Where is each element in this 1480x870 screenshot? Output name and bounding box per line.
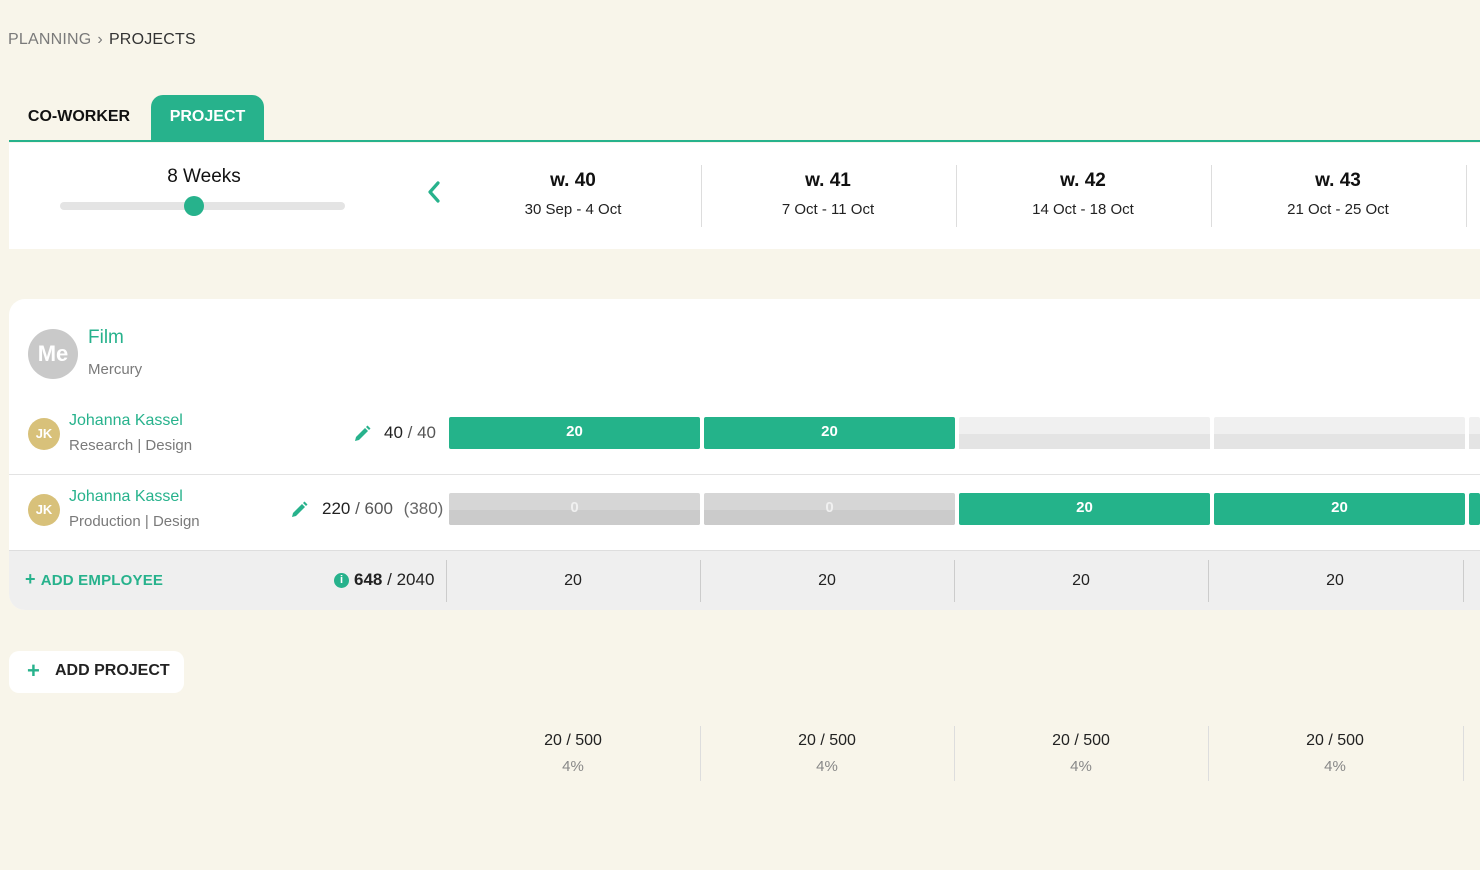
week-summary: 20 / 500 4%: [446, 726, 700, 781]
timeline-header: 8 Weeks w. 40 30 Sep - 4 Oct w. 41 7 Oct…: [9, 143, 1480, 249]
week-total: 20: [1326, 572, 1344, 589]
week-total: 20: [564, 572, 582, 589]
employee-name[interactable]: Johanna Kassel: [69, 488, 183, 506]
week-summary: 20 / 500 4%: [954, 726, 1208, 781]
week-summary-ratio: 20 / 500: [1306, 732, 1364, 749]
hours-total: 40: [417, 423, 437, 442]
week-column: w. 41 7 Oct - 11 Oct: [701, 165, 955, 227]
view-tabs: CO-WORKER PROJECT: [9, 95, 1480, 142]
allocation-value: 0: [825, 499, 834, 516]
week-divider: [1466, 165, 1467, 227]
employee-avatar: JK: [28, 418, 60, 450]
week-column: w. 43 21 Oct - 25 Oct: [1211, 165, 1465, 227]
allocation-value: 0: [570, 499, 579, 516]
week-summary-percent: 4%: [816, 758, 838, 775]
allocation-cell[interactable]: [1469, 493, 1480, 525]
week-summary-percent: 4%: [562, 758, 584, 775]
allocation-cell[interactable]: 20: [704, 417, 955, 449]
column-divider: [1463, 560, 1464, 602]
project-footer: + ADD EMPLOYEE i 648 / 2040 20 20 20 20: [9, 550, 1480, 610]
breadcrumb-planning[interactable]: PLANNING: [8, 31, 91, 48]
allocation-cell[interactable]: 20: [449, 417, 700, 449]
column-divider: [1463, 726, 1464, 781]
project-avatar: Me: [28, 329, 78, 379]
employee-avatar: JK: [28, 494, 60, 526]
week-dates: 14 Oct - 18 Oct: [1032, 201, 1134, 218]
week-title: w. 41: [805, 170, 851, 191]
employee-row: JK Johanna Kassel Production | Design 22…: [9, 475, 1480, 551]
allocation-cell[interactable]: 20: [959, 493, 1210, 525]
breadcrumb: PLANNING › PROJECTS: [8, 31, 196, 49]
employee-role: Research | Design: [69, 437, 193, 454]
project-total-hours: 648 / 2040: [354, 570, 434, 590]
week-summary-percent: 4%: [1070, 758, 1092, 775]
week-summary-ratio: 20 / 500: [1052, 732, 1110, 749]
hours-overbooked: (380): [403, 499, 444, 518]
week-title: w. 43: [1315, 170, 1361, 191]
add-project-button[interactable]: + ADD PROJECT: [9, 651, 184, 693]
allocation-cell-empty[interactable]: [1469, 417, 1480, 449]
add-employee-button[interactable]: + ADD EMPLOYEE: [25, 569, 163, 590]
weeks-slider-handle[interactable]: [184, 196, 204, 216]
allocation-cell-empty[interactable]: [959, 417, 1210, 449]
week-title: w. 42: [1060, 170, 1106, 191]
allocation-cell-empty[interactable]: [1214, 417, 1465, 449]
week-summary-ratio: 20 / 500: [798, 732, 856, 749]
plus-icon: +: [25, 569, 36, 589]
plus-icon: +: [27, 658, 40, 683]
week-summary: 20 / 500 4%: [700, 726, 954, 781]
project-card: Me Film Mercury JK Johanna Kassel Resear…: [9, 299, 1480, 610]
week-title: w. 40: [550, 170, 596, 191]
add-project-label: ADD PROJECT: [55, 662, 170, 679]
add-employee-label: ADD EMPLOYEE: [40, 572, 164, 589]
week-column: w. 40 30 Sep - 4 Oct: [446, 165, 700, 227]
project-name[interactable]: Film: [88, 327, 124, 349]
employee-hours: 220 / 600 (380): [322, 499, 444, 518]
tab-project[interactable]: PROJECT: [151, 95, 264, 140]
tab-co-worker[interactable]: CO-WORKER: [9, 95, 149, 140]
employee-hours: 40 / 40: [384, 423, 437, 442]
breadcrumb-separator: ›: [97, 31, 103, 48]
total-separator: /: [387, 570, 392, 589]
pencil-icon[interactable]: [353, 425, 371, 443]
breadcrumb-projects: PROJECTS: [108, 31, 196, 48]
allocation-cell[interactable]: 0: [704, 493, 955, 525]
employee-row: JK Johanna Kassel Research | Design 40 /…: [9, 399, 1480, 475]
week-dates: 30 Sep - 4 Oct: [524, 201, 622, 218]
week-dates: 21 Oct - 25 Oct: [1287, 201, 1389, 218]
week-dates: 7 Oct - 11 Oct: [781, 201, 875, 218]
week-summary: 20 / 500 4%: [1208, 726, 1462, 781]
week-summary-ratio: 20 / 500: [544, 732, 602, 749]
total-capacity: 2040: [396, 570, 435, 589]
allocation-cell[interactable]: 20: [1214, 493, 1465, 525]
week-column: w. 42 14 Oct - 18 Oct: [956, 165, 1210, 227]
hours-used: 40: [384, 423, 403, 442]
allocation-cell[interactable]: 0: [449, 493, 700, 525]
weeks-range-label: 8 Weeks: [167, 166, 241, 187]
week-total: 20: [1072, 572, 1090, 589]
week-total: 20: [818, 572, 836, 589]
week-summary-percent: 4%: [1324, 758, 1346, 775]
employee-name[interactable]: Johanna Kassel: [69, 412, 183, 430]
info-icon[interactable]: i: [334, 573, 349, 588]
pencil-icon[interactable]: [290, 501, 308, 519]
hours-used: 220: [322, 499, 351, 518]
total-used: 648: [354, 570, 383, 589]
employee-role: Production | Design: [69, 513, 200, 530]
hours-total: 600: [364, 499, 393, 518]
project-client: Mercury: [88, 361, 143, 378]
